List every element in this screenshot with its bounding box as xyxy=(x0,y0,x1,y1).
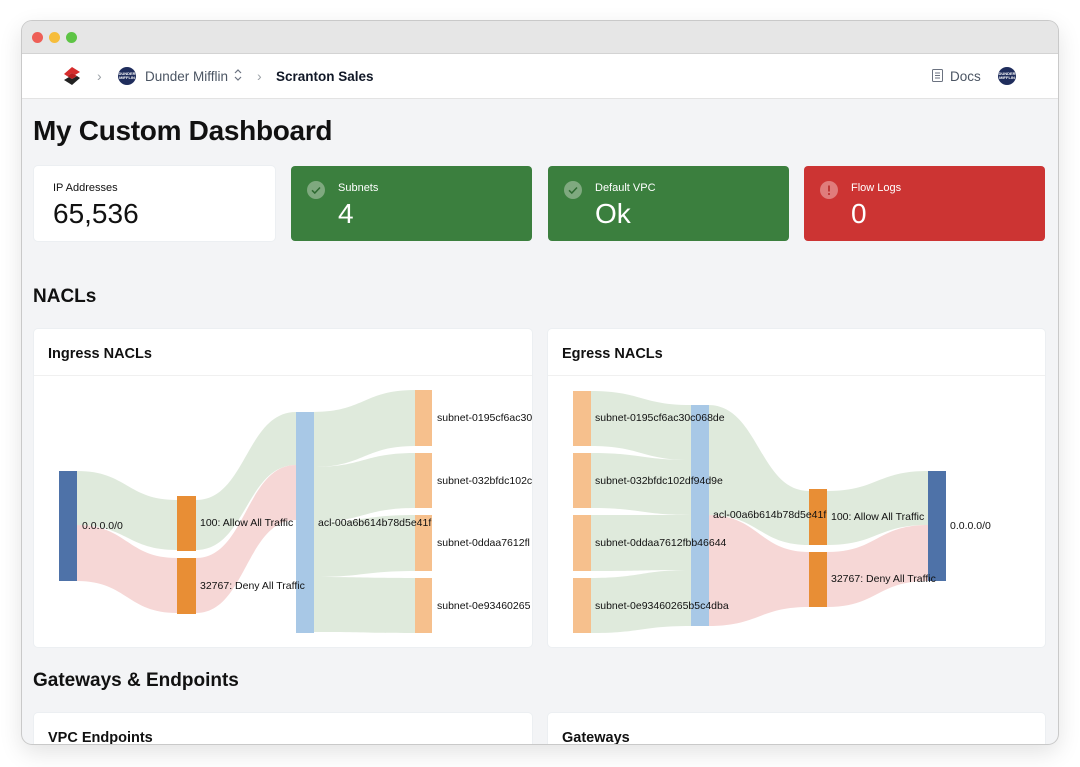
window-titlebar xyxy=(22,21,1058,54)
egress-nacls-card: Egress NACLs subnet-0195cf6ac30c xyxy=(548,329,1045,647)
breadcrumb-org[interactable]: Dunder Mifflin xyxy=(145,69,228,84)
node-subnet-3 xyxy=(573,515,591,571)
ingress-nacls-card: Ingress NACLs xyxy=(34,329,532,647)
stat-card-ip-addresses: IP Addresses 65,536 xyxy=(34,166,275,241)
section-title-gateways: Gateways & Endpoints xyxy=(33,670,239,692)
chevron-right-icon: › xyxy=(97,68,102,84)
org-avatar: DUNDER MIFFLIN xyxy=(118,67,136,85)
app-logo-icon[interactable] xyxy=(62,66,82,86)
stat-value: 0 xyxy=(851,198,867,230)
gateways-card: Gateways xyxy=(548,713,1045,744)
browser-window: › DUNDER MIFFLIN Dunder Mifflin › Scrant… xyxy=(22,21,1058,744)
vpc-endpoints-card: VPC Endpoints xyxy=(34,713,532,744)
stat-value: 65,536 xyxy=(53,198,139,230)
node-rule-deny xyxy=(809,552,827,607)
node-label-acl: acl-00a6b614b78d5e41f xyxy=(318,517,431,529)
stat-label: Flow Logs xyxy=(851,182,901,194)
node-label-rule-allow: 100: Allow All Traffic xyxy=(831,511,924,523)
node-label-subnet-2: subnet-032bfdc102df94d9e xyxy=(595,475,723,487)
breadcrumb-project[interactable]: Scranton Sales xyxy=(276,69,374,84)
node-rule-allow xyxy=(177,496,196,551)
maximize-window-button[interactable] xyxy=(66,32,77,43)
stat-value: 4 xyxy=(338,198,354,230)
node-label-subnet-3: subnet-0ddaa7612fbb46644 xyxy=(595,537,727,549)
dashboard-content: My Custom Dashboard IP Addresses 65,536 … xyxy=(22,99,1058,744)
alert-circle-icon xyxy=(820,181,838,199)
stat-card-subnets: Subnets 4 xyxy=(291,166,532,241)
node-label-subnet-1: subnet-0195cf6ac30 xyxy=(437,412,532,424)
node-rule-deny xyxy=(177,558,196,614)
node-label-subnet-4: subnet-0e93460265 xyxy=(437,600,531,612)
minimize-window-button[interactable] xyxy=(49,32,60,43)
org-avatar-text: DUNDER MIFFLIN xyxy=(118,72,136,80)
node-label-subnet-1: subnet-0195cf6ac30c068de xyxy=(595,412,725,424)
user-avatar-text: DUNDER MIFFLIN xyxy=(998,72,1016,80)
node-subnet-2 xyxy=(415,453,432,508)
top-navbar: › DUNDER MIFFLIN Dunder Mifflin › Scrant… xyxy=(22,54,1058,99)
link-subnet-1-to-acl xyxy=(591,391,691,460)
check-circle-icon xyxy=(564,181,582,199)
node-subnet-1 xyxy=(573,391,591,446)
org-switcher-icon[interactable] xyxy=(233,66,243,89)
card-title: Ingress NACLs xyxy=(48,346,152,362)
page-title: My Custom Dashboard xyxy=(33,115,332,147)
section-title-nacls: NACLs xyxy=(33,286,96,308)
node-subnet-2 xyxy=(573,453,591,508)
chevron-right-icon: › xyxy=(257,68,262,84)
node-acl xyxy=(691,405,709,626)
link-acl-to-subnet-4 xyxy=(313,577,415,633)
node-acl xyxy=(296,412,314,633)
node-subnet-4 xyxy=(573,578,591,633)
node-cidr xyxy=(59,471,77,581)
node-label-cidr: 0.0.0.0/0 xyxy=(950,520,991,532)
close-window-button[interactable] xyxy=(32,32,43,43)
stat-card-default-vpc: Default VPC Ok xyxy=(548,166,789,241)
node-label-subnet-4: subnet-0e93460265b5c4dba xyxy=(595,600,729,612)
node-label-subnet-2: subnet-032bfdc102c xyxy=(437,475,532,487)
node-label-rule-deny: 32767: Deny All Traffic xyxy=(831,573,936,585)
node-cidr xyxy=(928,471,946,581)
card-title: Gateways xyxy=(562,730,630,744)
stat-label: Subnets xyxy=(338,182,378,194)
user-avatar[interactable]: DUNDER MIFFLIN xyxy=(998,67,1016,85)
stat-value: Ok xyxy=(595,198,631,230)
ingress-sankey-chart: 0.0.0.0/0 100: Allow All Traffic 32767: … xyxy=(34,376,532,647)
node-label-cidr: 0.0.0.0/0 xyxy=(82,520,123,532)
docs-icon xyxy=(932,69,943,87)
stat-label: Default VPC xyxy=(595,182,656,194)
docs-link[interactable]: Docs xyxy=(950,69,981,84)
node-subnet-4 xyxy=(415,578,432,633)
card-title: VPC Endpoints xyxy=(48,730,153,744)
stat-card-flow-logs: Flow Logs 0 xyxy=(804,166,1045,241)
egress-sankey-chart: subnet-0195cf6ac30c068de subnet-032bfdc1… xyxy=(548,376,1045,647)
node-label-acl: acl-00a6b614b78d5e41f xyxy=(713,509,826,521)
node-subnet-1 xyxy=(415,390,432,446)
check-circle-icon xyxy=(307,181,325,199)
node-label-rule-allow: 100: Allow All Traffic xyxy=(200,517,293,529)
node-label-subnet-3: subnet-0ddaa7612fl xyxy=(437,537,530,549)
stat-label: IP Addresses xyxy=(53,182,118,194)
node-label-rule-deny: 32767: Deny All Traffic xyxy=(200,580,305,592)
card-title: Egress NACLs xyxy=(562,346,663,362)
